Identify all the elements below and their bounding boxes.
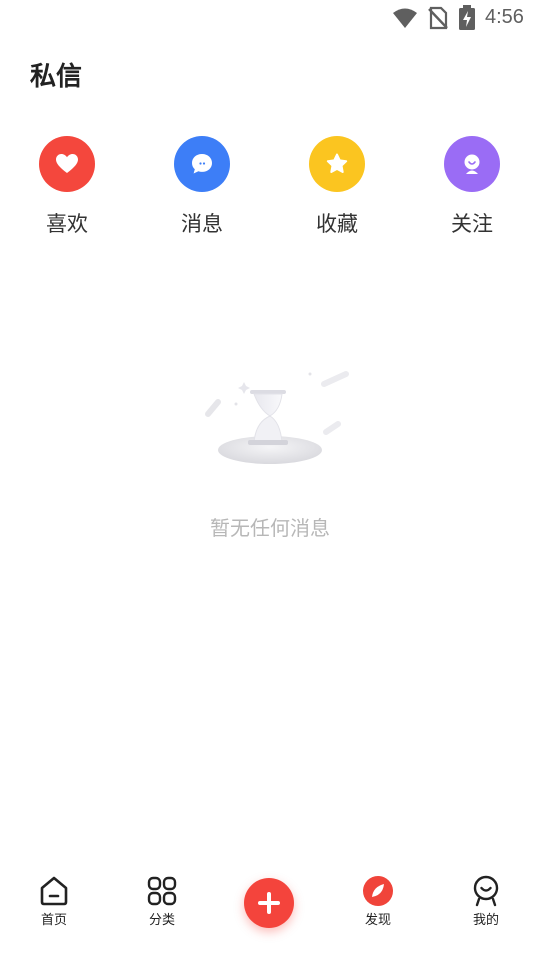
hourglass-icon: [205, 371, 349, 464]
nav-label-home: 首页: [40, 913, 67, 928]
page-title: 私信: [30, 62, 83, 92]
chat-bubble-icon: [174, 136, 230, 192]
action-following[interactable]: 关注: [422, 136, 522, 238]
status-time: 4:56: [485, 6, 524, 28]
nav-label-discover: 发现: [364, 913, 391, 928]
action-following-label: 关注: [451, 212, 493, 236]
nav-item-home[interactable]: 首页: [14, 875, 94, 960]
empty-state-text: 暂无任何消息: [210, 516, 330, 540]
nav-item-discover[interactable]: 发现: [338, 875, 418, 960]
action-messages[interactable]: 消息: [152, 136, 252, 238]
wifi-icon: [393, 8, 417, 28]
nav-item-category[interactable]: 分类: [122, 875, 202, 960]
home-icon: [40, 876, 68, 906]
nav-item-mine[interactable]: 我的: [446, 875, 526, 960]
action-like[interactable]: 喜欢: [17, 136, 117, 238]
nav-label-category: 分类: [148, 913, 175, 928]
discover-icon: [363, 876, 393, 906]
add-button[interactable]: [244, 878, 294, 928]
star-icon: [309, 136, 365, 192]
action-favorites-label: 收藏: [316, 212, 358, 236]
screen: 4:56 私信 喜欢 消息 收藏 关注 暂无任何消息 首页 分类 发现 我的: [0, 0, 540, 960]
heart-icon: [39, 136, 95, 192]
action-messages-label: 消息: [181, 212, 223, 236]
nav-label-mine: 我的: [472, 913, 499, 928]
plus-icon: [258, 892, 280, 914]
action-like-label: 喜欢: [46, 212, 88, 236]
battery-charging-icon: [459, 5, 475, 30]
grid-icon: [147, 876, 177, 906]
no-sim-icon: [428, 6, 448, 30]
profile-icon: [473, 875, 499, 907]
person-icon: [444, 136, 500, 192]
status-bar: 4:56: [0, 0, 540, 36]
action-favorites[interactable]: 收藏: [287, 136, 387, 238]
quick-actions: 喜欢 消息 收藏 关注: [0, 136, 540, 246]
